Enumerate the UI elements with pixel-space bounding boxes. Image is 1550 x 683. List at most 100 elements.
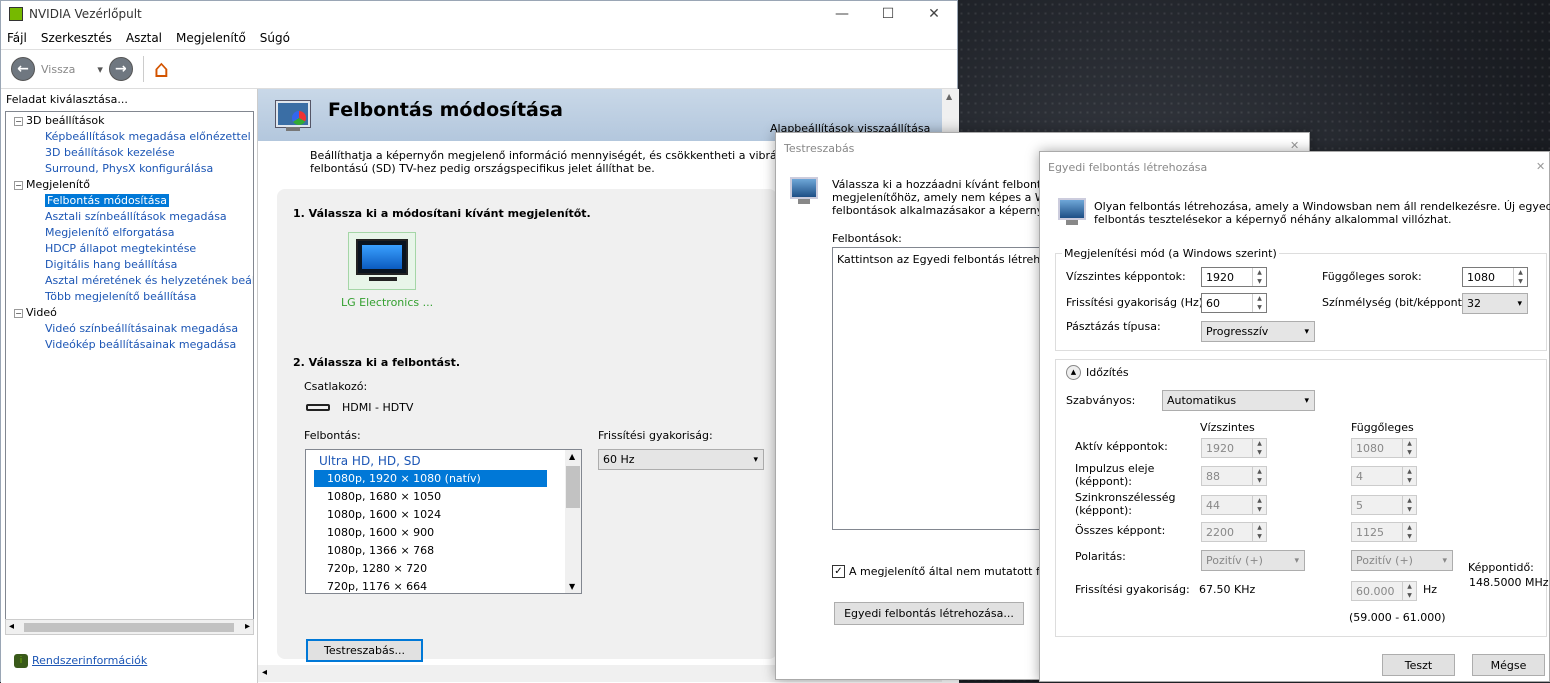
horizontal-pixels-label: Vízszintes képpontok: (1066, 270, 1186, 283)
connector-value: HDMI - HDTV (342, 401, 414, 414)
tree-item[interactable]: Felbontás módosítása (45, 194, 169, 207)
menu-help[interactable]: Súgó (260, 31, 290, 45)
horizontal-scrollbar[interactable]: ◂ ▸ (5, 619, 254, 635)
tree-item-label: 3D beállítások (26, 114, 105, 127)
spinner-icon[interactable]: ▲ ▼ (1252, 268, 1266, 286)
collapse-timing-icon[interactable]: ▲ (1066, 365, 1081, 380)
vertical-frequency-input[interactable]: 60.000 ▲ ▼ (1351, 581, 1417, 601)
scan-type-dropdown[interactable]: Progresszív ▾ (1201, 321, 1315, 342)
tree-item[interactable]: Megjelenítő elforgatása (45, 226, 174, 239)
tree-item[interactable]: Videókép beállításainak megadása (45, 338, 236, 351)
horizontal-timing-input[interactable]: 1920 ▲ ▼ (1201, 438, 1267, 458)
resolution-list-item[interactable]: 1080p, 1366 × 768 (314, 542, 547, 559)
resolution-list-item[interactable]: 1080p, 1680 × 1050 (314, 488, 547, 505)
collapse-icon[interactable]: − (14, 116, 23, 126)
vertical-timing-input[interactable]: 1125 ▲ ▼ (1351, 522, 1417, 542)
tree-item[interactable]: Képbeállítások megadása előnézettel (45, 130, 251, 143)
menu-file[interactable]: Fájl (7, 31, 27, 45)
tree-item[interactable]: 3D beállítások kezelése (45, 146, 175, 159)
resolution-list-item[interactable]: 1080p, 1600 × 900 (314, 524, 547, 541)
spinner-icon[interactable]: ▲ ▼ (1252, 439, 1266, 457)
vertical-timing-input[interactable]: 4 ▲ ▼ (1351, 466, 1417, 486)
spinner-icon[interactable]: ▲ ▼ (1252, 467, 1266, 485)
minimize-button[interactable]: — (819, 1, 865, 27)
spinner-icon[interactable]: ▲ ▼ (1252, 523, 1266, 541)
test-button[interactable]: Teszt (1382, 654, 1455, 676)
spinner-icon[interactable]: ▲ ▼ (1402, 439, 1416, 457)
refresh-rate-input[interactable]: 60 ▲ ▼ (1201, 293, 1267, 313)
spinner-icon[interactable]: ▲ ▼ (1252, 294, 1266, 312)
scroll-up-icon[interactable]: ▲ (946, 92, 952, 101)
vertical-polarity-dropdown[interactable]: Pozitív (+) ▾ (1351, 550, 1453, 571)
vertical-timing-input[interactable]: 5 ▲ ▼ (1351, 495, 1417, 515)
step1-heading: 1. Válassza ki a módosítani kívánt megje… (293, 207, 591, 220)
tree-item[interactable]: Több megjelenítő beállítása (45, 290, 196, 303)
tree-item[interactable]: Digitális hang beállítása (45, 258, 177, 271)
resolution-list-item[interactable]: 720p, 1280 × 720 (314, 560, 547, 577)
horizontal-timing-input[interactable]: 2200 ▲ ▼ (1201, 522, 1267, 542)
menu-edit[interactable]: Szerkesztés (41, 31, 112, 45)
customize-desc-3: felbontások alkalmazásakor a képernyő id… (832, 204, 1074, 217)
resolution-list-item[interactable]: 1080p, 1600 × 1024 (314, 506, 547, 523)
scroll-right-icon[interactable]: ▸ (245, 621, 250, 632)
create-custom-resolution-button[interactable]: Egyedi felbontás létrehozása... (834, 602, 1024, 625)
spinner-icon[interactable]: ▲ ▼ (1402, 523, 1416, 541)
horizontal-pixels-input[interactable]: 1920 ▲ ▼ (1201, 267, 1267, 287)
system-info-link[interactable]: Rendszerinformációk (32, 654, 147, 667)
close-icon[interactable]: ✕ (1536, 160, 1545, 173)
back-label[interactable]: Vissza (41, 63, 75, 76)
scroll-up-icon[interactable]: ▲ (569, 452, 575, 461)
vertical-timing-input[interactable]: 1080 ▲ ▼ (1351, 438, 1417, 458)
home-icon[interactable]: ⌂ (154, 55, 169, 83)
polarity-label: Polaritás: (1075, 550, 1126, 563)
collapse-icon[interactable]: − (14, 180, 23, 190)
back-arrow-icon[interactable]: ← (11, 57, 35, 81)
tree-item[interactable]: Surround, PhysX konfigurálása (45, 162, 213, 175)
tree-category[interactable]: − Videó (14, 306, 57, 319)
vertical-lines-value: 1080 (1467, 270, 1495, 284)
horizontal-timing-input[interactable]: 44 ▲ ▼ (1201, 495, 1267, 515)
scroll-left-icon[interactable]: ◂ (262, 667, 267, 678)
scroll-thumb[interactable] (24, 623, 234, 632)
collapse-icon[interactable]: − (14, 308, 23, 318)
timing-value: 1080 (1356, 441, 1384, 455)
standard-dropdown[interactable]: Automatikus ▾ (1162, 390, 1315, 411)
color-depth-dropdown[interactable]: 32 ▾ (1462, 293, 1528, 314)
horizontal-timing-input[interactable]: 88 ▲ ▼ (1201, 466, 1267, 486)
scroll-thumb[interactable] (566, 466, 580, 508)
spinner-icon[interactable]: ▲ ▼ (1402, 582, 1416, 600)
display-tile[interactable] (348, 232, 416, 290)
spinner-icon[interactable]: ▲ ▼ (1402, 467, 1416, 485)
close-button[interactable]: ✕ (911, 1, 957, 27)
spinner-icon[interactable]: ▲ ▼ (1402, 496, 1416, 514)
menu-display[interactable]: Megjelenítő (176, 31, 246, 45)
forward-arrow-icon[interactable]: → (108, 57, 133, 81)
vertical-lines-input[interactable]: 1080 ▲ ▼ (1462, 267, 1528, 287)
history-dropdown-icon[interactable]: ▾ (97, 63, 103, 76)
maximize-button[interactable]: ☐ (865, 1, 911, 27)
refresh-rate-dropdown[interactable]: 60 Hz ▾ (598, 449, 764, 470)
scroll-left-icon[interactable]: ◂ (9, 621, 14, 632)
cancel-button[interactable]: Mégse (1472, 654, 1545, 676)
resolution-list-item[interactable]: 1080p, 1920 × 1080 (natív) (314, 470, 547, 487)
tree-item[interactable]: Asztal méretének és helyzetének beállítá… (45, 274, 253, 287)
tree-category[interactable]: −3D beállítások (14, 114, 105, 127)
pixel-clock-label: Képpontidő: (1468, 561, 1534, 574)
scroll-down-icon[interactable]: ▼ (569, 582, 575, 591)
tree-item[interactable]: Videó színbeállításainak megadása (45, 322, 238, 335)
color-depth-label: Színmélység (bit/képpont): (1322, 296, 1470, 309)
resolution-list-scrollbar[interactable]: ▲ ▼ (565, 450, 581, 593)
horizontal-polarity-dropdown[interactable]: Pozitív (+) ▾ (1201, 550, 1305, 571)
resolution-list-item[interactable]: 720p, 1176 × 664 (314, 578, 547, 593)
tree-item[interactable]: Asztali színbeállítások megadása (45, 210, 227, 223)
spinner-icon[interactable]: ▲ ▼ (1252, 496, 1266, 514)
customize-button[interactable]: Testreszabás... (306, 639, 423, 662)
show-unsupported-checkbox[interactable]: ✓ (832, 565, 845, 578)
menu-desktop[interactable]: Asztal (126, 31, 162, 45)
tree-category[interactable]: − Megjelenítő (14, 178, 90, 191)
timing-value: 44 (1206, 498, 1220, 512)
spinner-icon[interactable]: ▲ ▼ (1513, 268, 1527, 286)
tree-item[interactable]: HDCP állapot megtekintése (45, 242, 196, 255)
display-name[interactable]: LG Electronics ... (341, 296, 433, 309)
resolution-list[interactable]: Ultra HD, HD, SD 1080p, 1920 × 1080 (nat… (305, 449, 582, 594)
